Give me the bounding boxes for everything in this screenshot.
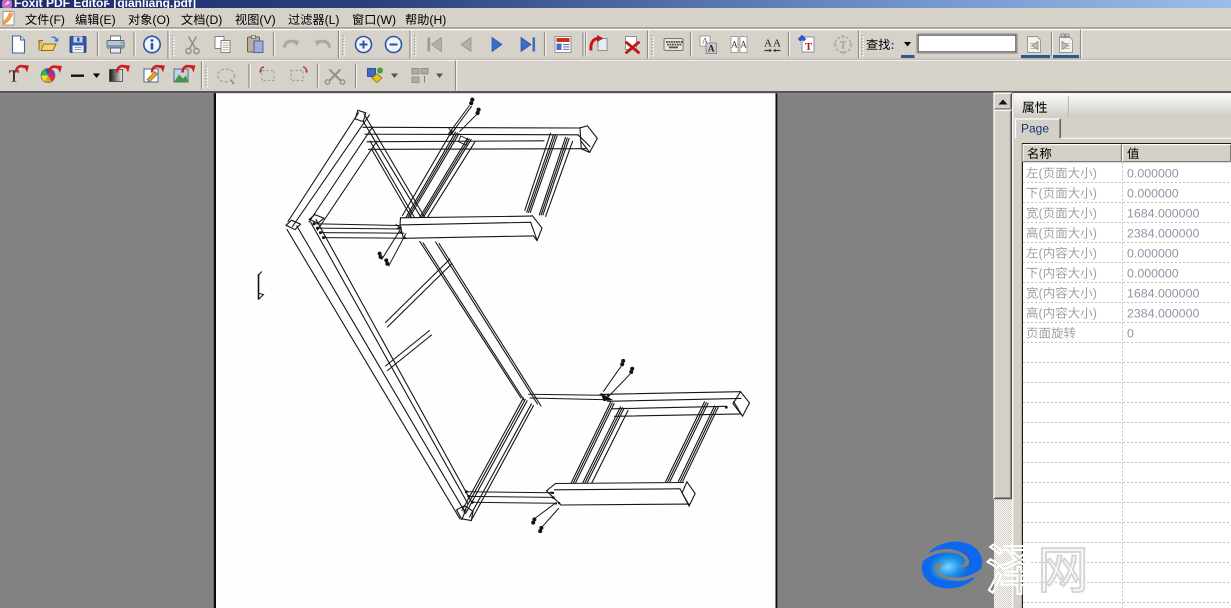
svg-text:T: T: [840, 41, 846, 52]
svg-text::: :: [891, 38, 895, 52]
svg-text:2384.000000: 2384.000000: [1127, 306, 1199, 320]
svg-text:(V): (V): [259, 13, 275, 27]
svg-text:0.000000: 0.000000: [1127, 246, 1179, 260]
svg-text:0.000000: 0.000000: [1127, 186, 1179, 200]
svg-text:): ): [1093, 167, 1097, 181]
svg-text:(L): (L): [325, 13, 340, 27]
svg-text:): ): [1093, 187, 1097, 201]
svg-text:0.000000: 0.000000: [1127, 266, 1179, 280]
svg-text:A: A: [764, 38, 772, 50]
svg-text:1684.000000: 1684.000000: [1127, 286, 1199, 300]
svg-text:): ): [1093, 207, 1097, 221]
svg-text:A: A: [740, 40, 747, 50]
svg-text:): ): [1093, 267, 1097, 281]
svg-text:A: A: [708, 45, 715, 55]
svg-text:): ): [1093, 247, 1097, 261]
svg-text:0: 0: [1127, 326, 1134, 340]
svg-text:1684.000000: 1684.000000: [1127, 206, 1199, 220]
svg-text:): ): [1093, 287, 1097, 301]
svg-text:(E): (E): [99, 13, 115, 27]
svg-text:T: T: [805, 41, 813, 53]
svg-text:T: T: [9, 67, 20, 86]
svg-text:(F): (F): [49, 13, 65, 27]
svg-text:): ): [1093, 227, 1097, 241]
svg-text:(O): (O): [152, 13, 170, 27]
svg-text:0.000000: 0.000000: [1127, 166, 1179, 180]
svg-text:(H): (H): [429, 13, 446, 27]
svg-text:A: A: [731, 40, 738, 50]
svg-text:(D): (D): [205, 13, 222, 27]
svg-text:): ): [1093, 307, 1097, 321]
svg-text:A: A: [773, 38, 781, 50]
svg-text:Page: Page: [1021, 122, 1049, 136]
svg-text:2384.000000: 2384.000000: [1127, 226, 1199, 240]
svg-text:(W): (W): [376, 13, 396, 27]
